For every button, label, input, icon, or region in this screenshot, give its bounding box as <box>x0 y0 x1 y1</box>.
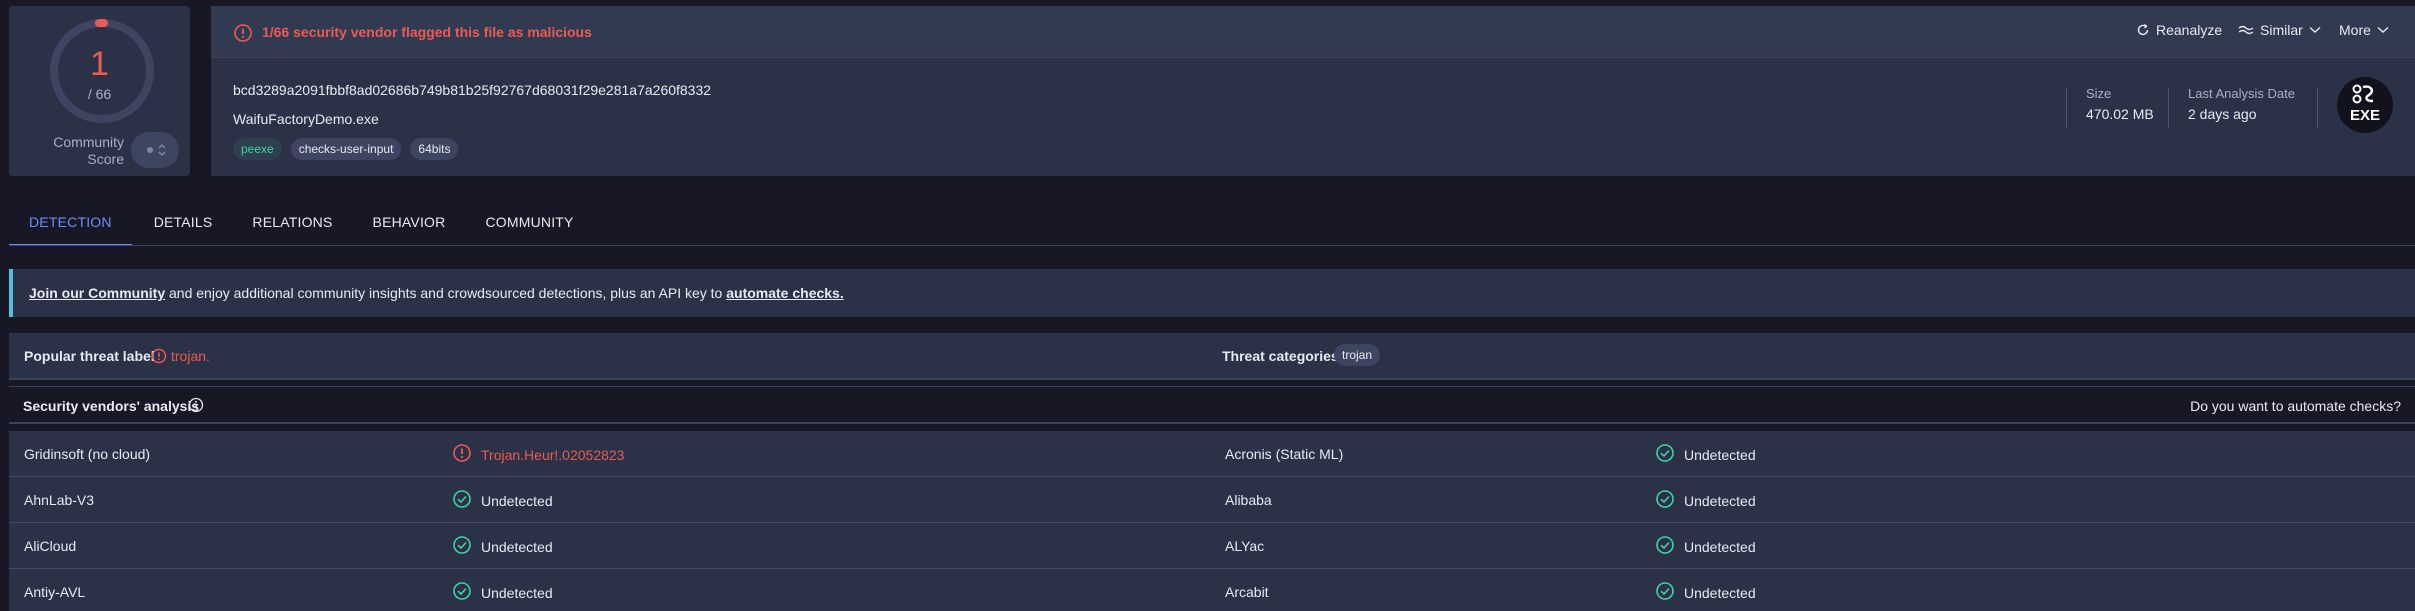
file-type-label: EXE <box>2349 107 2380 124</box>
vendor-row: Antiy-AVL Undetected Arcabit Undetected <box>9 569 2415 611</box>
detection-result-text: Undetected <box>481 584 553 601</box>
detection-result-text: Undetected <box>1684 538 1756 555</box>
tag-checks-user-input[interactable]: checks-user-input <box>290 138 402 160</box>
community-banner: Join our Community and enjoy additional … <box>9 269 2415 317</box>
popular-threat-value[interactable]: trojan. <box>171 348 210 364</box>
reanalyze-button[interactable]: Reanalyze <box>2136 22 2222 38</box>
size-value: 470.02 MB <box>2086 106 2154 122</box>
check-circle-icon <box>1656 536 1674 554</box>
vendor-result-left: Undetected <box>452 490 553 509</box>
info-icon[interactable] <box>188 397 204 413</box>
meta-divider <box>2317 88 2318 128</box>
vote-dot-icon <box>147 147 153 153</box>
vendors-analysis-header: Security vendors' analysis Do you want t… <box>9 386 2415 424</box>
tab-relations[interactable]: RELATIONS <box>232 204 352 246</box>
refresh-icon <box>2137 23 2149 36</box>
detection-result-text: Undetected <box>481 492 553 509</box>
file-info-panel: 1/66 security vendor flagged this file a… <box>211 6 2415 176</box>
detection-result-text: Undetected <box>1684 584 1756 601</box>
vendors-analysis-title: Security vendors' analysis <box>23 398 200 414</box>
main-tabs: DETECTION DETAILS RELATIONS BEHAVIOR COM… <box>9 204 594 246</box>
similar-icon <box>2238 25 2254 35</box>
detection-result-text: Undetected <box>1684 446 1756 463</box>
tag-64bits[interactable]: 64bits <box>410 138 459 160</box>
vendor-name-right: Acronis (Static ML) <box>1225 446 1344 462</box>
vendor-result-left: Trojan.Heur!.02052823 <box>452 444 625 463</box>
vendor-name-right: Alibaba <box>1225 492 1272 508</box>
detection-count: 1 <box>90 45 109 83</box>
tab-community[interactable]: COMMUNITY <box>465 204 593 246</box>
chevron-down-icon <box>2309 26 2321 33</box>
banner-text: Join our Community and enjoy additional … <box>29 285 844 301</box>
more-button[interactable]: More <box>2339 22 2389 38</box>
automate-checks-question[interactable]: Do you want to automate checks? <box>2190 398 2401 414</box>
alert-text: 1/66 security vendor flagged this file a… <box>262 24 592 40</box>
popular-threat-label: Popular threat label <box>24 348 155 364</box>
tabs-divider <box>9 245 2415 246</box>
vote-arrows-icon <box>158 143 166 157</box>
tag-peexe[interactable]: peexe <box>233 138 282 160</box>
size-label: Size <box>2086 86 2112 101</box>
vendor-result-right: Undetected <box>1655 490 1756 509</box>
threat-summary-row: Popular threat label trojan. Threat cate… <box>9 333 2415 380</box>
check-circle-icon <box>453 536 471 554</box>
meta-divider <box>2066 88 2067 128</box>
automate-checks-link[interactable]: automate checks. <box>726 285 844 301</box>
check-circle-icon <box>1656 444 1674 462</box>
alert-circle-icon <box>234 24 252 42</box>
threat-categories-label: Threat categories <box>1222 348 1339 364</box>
detection-result-text: Trojan.Heur!.02052823 <box>481 446 625 463</box>
file-hash[interactable]: bcd3289a2091fbbf8ad02686b749b81b25f92767… <box>233 82 711 98</box>
reanalyze-label: Reanalyze <box>2156 22 2223 38</box>
banner-middle-text: and enjoy additional community insights … <box>165 285 727 301</box>
community-score-label: Community Score <box>53 134 124 167</box>
community-vote-toggle[interactable] <box>131 132 179 168</box>
vendor-name-right: Arcabit <box>1225 584 1269 600</box>
engine-total: / 66 <box>87 86 112 102</box>
last-analysis-label: Last Analysis Date <box>2188 86 2295 101</box>
vendor-result-right: Undetected <box>1655 536 1756 555</box>
chevron-down-icon <box>2377 26 2389 33</box>
vendor-name-left: AliCloud <box>24 538 77 554</box>
similar-label: Similar <box>2260 22 2303 38</box>
last-analysis-value: 2 days ago <box>2188 106 2257 122</box>
check-circle-icon <box>453 490 471 508</box>
vendor-result-left: Undetected <box>452 582 553 601</box>
vendor-name-left: Gridinsoft (no cloud) <box>24 446 151 462</box>
detection-result-text: Undetected <box>1684 492 1756 509</box>
check-circle-icon <box>1656 582 1674 600</box>
vendor-row: AhnLab-V3 Undetected Alibaba Undetected <box>9 477 2415 523</box>
vendor-row: AliCloud Undetected ALYac Undetected <box>9 523 2415 569</box>
check-circle-icon <box>453 582 471 600</box>
more-label: More <box>2339 22 2371 38</box>
alert-circle-icon <box>453 444 471 462</box>
vendor-result-right: Undetected <box>1655 444 1756 463</box>
threat-category-tag[interactable]: trojan <box>1334 344 1381 366</box>
malicious-alert-bar: 1/66 security vendor flagged this file a… <box>211 6 2415 58</box>
tab-behavior[interactable]: BEHAVIOR <box>353 204 466 246</box>
vendor-result-right: Undetected <box>1655 582 1756 601</box>
join-community-link[interactable]: Join our Community <box>29 285 165 301</box>
alert-circle-icon <box>151 348 167 364</box>
check-circle-icon <box>1656 490 1674 508</box>
file-name: WaifuFactoryDemo.exe <box>233 111 379 127</box>
file-type-badge: EXE <box>2337 77 2393 133</box>
vendor-row: Gridinsoft (no cloud) Trojan.Heur!.02052… <box>9 431 2415 477</box>
meta-divider <box>2168 88 2169 128</box>
file-tags: peexe checks-user-input 64bits <box>233 138 459 160</box>
detection-result-text: Undetected <box>481 538 553 555</box>
detection-score-card: 1 / 66 Community Score <box>9 6 190 176</box>
vendor-name-left: Antiy-AVL <box>24 584 86 600</box>
tab-details[interactable]: DETAILS <box>132 204 233 246</box>
vendor-name-right: ALYac <box>1225 538 1265 554</box>
vendor-name-left: AhnLab-V3 <box>24 492 95 508</box>
similar-button[interactable]: Similar <box>2238 22 2321 38</box>
tab-detection[interactable]: DETECTION <box>9 204 132 246</box>
vendor-result-left: Undetected <box>452 536 553 555</box>
file-type-icon <box>2352 84 2374 104</box>
